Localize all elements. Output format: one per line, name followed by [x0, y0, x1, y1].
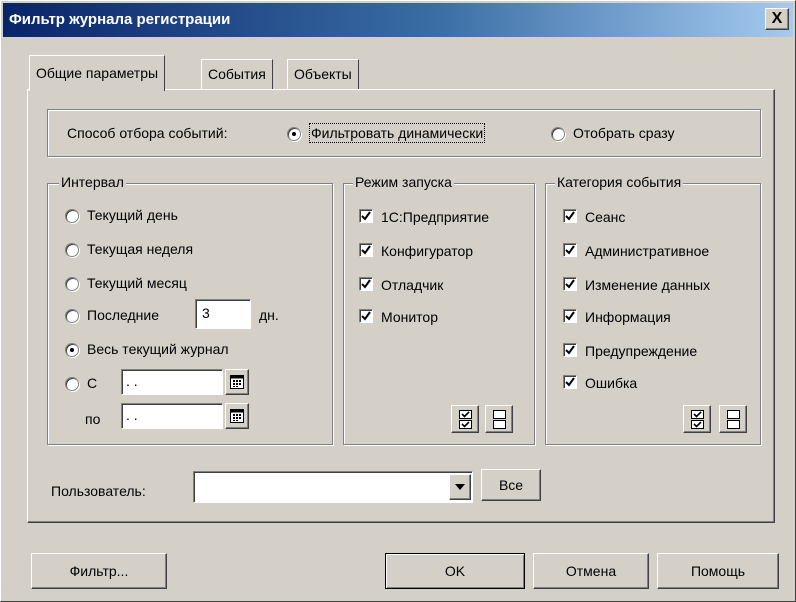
tab-events[interactable]: События	[201, 59, 273, 89]
tab-objects-label: Объекты	[294, 66, 352, 82]
check-all-icon	[459, 410, 472, 429]
checkbox-error-label[interactable]: Ошибка	[585, 375, 637, 391]
from-date-calendar-button[interactable]	[225, 369, 249, 395]
checkbox-enterprise[interactable]	[359, 209, 373, 223]
checkbox-debugger[interactable]	[359, 277, 373, 291]
radio-filter-dynamic[interactable]	[287, 127, 301, 141]
uncheck-all-icon	[493, 410, 506, 429]
radio-current-week[interactable]	[65, 243, 79, 257]
category-select-all-button[interactable]	[683, 405, 711, 433]
event-category-title: Категория события	[555, 174, 684, 190]
tab-general[interactable]: Общие параметры	[29, 55, 166, 91]
radio-last-days[interactable]	[65, 309, 79, 323]
cancel-button[interactable]: Отмена	[533, 553, 649, 589]
checkbox-administrative[interactable]	[563, 243, 577, 257]
radio-current-week-label[interactable]: Текущая неделя	[87, 241, 193, 257]
radio-current-day[interactable]	[65, 209, 79, 223]
ok-button[interactable]: OK	[385, 553, 525, 589]
radio-current-day-label[interactable]: Текущий день	[87, 207, 178, 223]
radio-from-date[interactable]	[65, 377, 79, 391]
to-date-input[interactable]: . .	[121, 403, 223, 429]
tab-events-label: События	[208, 66, 266, 82]
checkbox-monitor-label[interactable]: Монитор	[381, 309, 438, 325]
to-date-calendar-button[interactable]	[225, 403, 249, 429]
title-bar[interactable]: Фильтр журнала регистрации X	[3, 3, 793, 37]
radio-current-month-label[interactable]: Текущий месяц	[87, 275, 187, 291]
help-button[interactable]: Помощь	[657, 553, 779, 589]
user-label: Пользователь:	[51, 483, 146, 499]
all-users-button[interactable]: Все	[481, 469, 541, 501]
launch-mode-title: Режим запуска	[353, 174, 454, 190]
checkbox-monitor[interactable]	[359, 309, 373, 323]
window-title: Фильтр журнала регистрации	[9, 11, 231, 28]
user-dropdown-button[interactable]	[449, 474, 471, 500]
radio-filter-dynamic-label[interactable]: Фильтровать динамически	[309, 123, 486, 143]
chevron-down-icon	[455, 484, 465, 490]
checkbox-session[interactable]	[563, 209, 577, 223]
days-suffix: дн.	[259, 307, 279, 323]
checkbox-information-label[interactable]: Информация	[585, 309, 671, 325]
checkbox-session-label[interactable]: Сеанс	[585, 209, 625, 225]
close-icon: X	[771, 10, 783, 27]
checkbox-information[interactable]	[563, 309, 577, 323]
checkbox-configurator-label[interactable]: Конфигуратор	[381, 243, 473, 259]
launch-select-all-button[interactable]	[451, 405, 479, 433]
tab-general-label: Общие параметры	[36, 65, 159, 81]
close-button[interactable]: X	[765, 8, 789, 30]
filter-button[interactable]: Фильтр...	[31, 553, 167, 589]
checkbox-warning[interactable]	[563, 343, 577, 357]
radio-current-month[interactable]	[65, 277, 79, 291]
checkbox-debugger-label[interactable]: Отладчик	[381, 277, 443, 293]
uncheck-all-icon	[727, 410, 740, 429]
radio-whole-log-label[interactable]: Весь текущий журнал	[87, 341, 229, 357]
interval-title: Интервал	[59, 174, 126, 190]
checkbox-administrative-label[interactable]: Административное	[585, 243, 709, 259]
radio-select-immediately[interactable]	[551, 127, 565, 141]
checkbox-data-change[interactable]	[563, 277, 577, 291]
to-date-label: по	[85, 411, 101, 427]
check-all-icon	[691, 410, 704, 429]
radio-from-date-label[interactable]: С	[87, 375, 97, 391]
checkbox-configurator[interactable]	[359, 243, 373, 257]
selection-mode-label: Способ отбора событий:	[67, 125, 228, 141]
from-date-input[interactable]: . .	[121, 369, 223, 395]
calendar-icon	[230, 409, 244, 423]
radio-select-immediately-label[interactable]: Отобрать сразу	[573, 125, 675, 141]
checkbox-data-change-label[interactable]: Изменение данных	[585, 277, 710, 293]
radio-whole-log[interactable]	[65, 343, 79, 357]
checkbox-warning-label[interactable]: Предупреждение	[585, 343, 697, 359]
checkbox-error[interactable]	[563, 375, 577, 389]
tab-objects[interactable]: Объекты	[287, 59, 359, 89]
user-combobox[interactable]	[193, 471, 473, 503]
calendar-icon	[230, 375, 244, 389]
last-days-input[interactable]: 3	[195, 299, 251, 329]
filter-dialog: Фильтр журнала регистрации X Общие парам…	[0, 0, 796, 602]
checkbox-enterprise-label[interactable]: 1С:Предприятие	[381, 209, 489, 225]
radio-last-days-label[interactable]: Последние	[87, 307, 159, 323]
launch-clear-all-button[interactable]	[485, 405, 513, 433]
category-clear-all-button[interactable]	[719, 405, 747, 433]
